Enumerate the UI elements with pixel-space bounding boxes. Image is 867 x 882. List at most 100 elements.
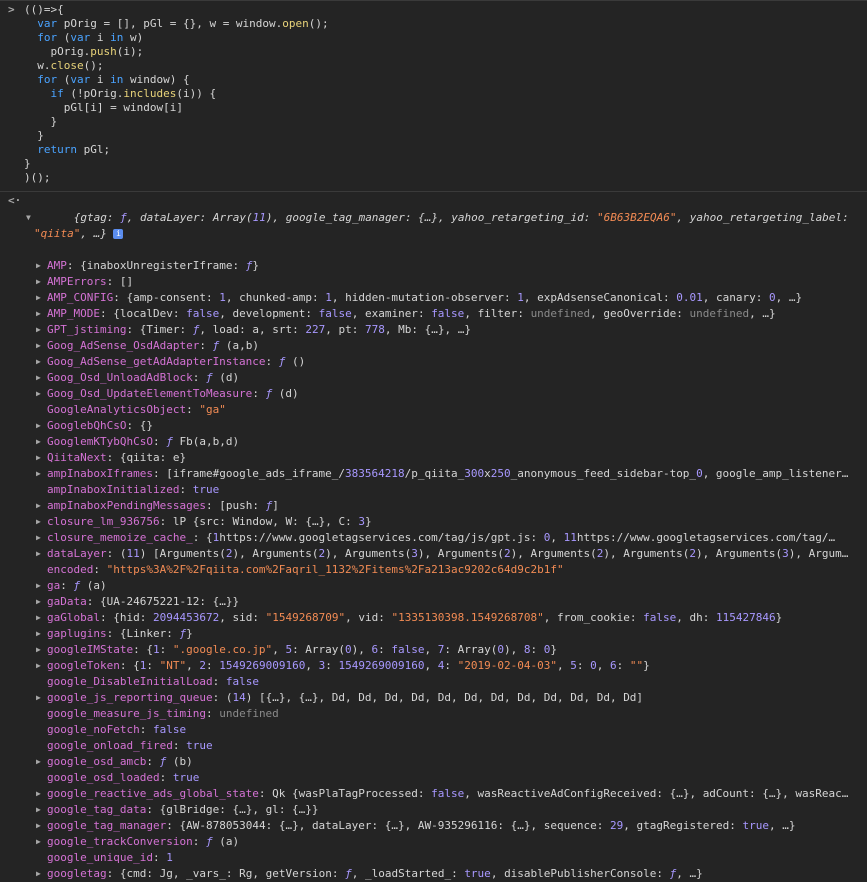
expand-right-icon[interactable]: ▶ xyxy=(36,690,42,706)
expand-right-icon[interactable]: ▶ xyxy=(36,578,42,594)
code-line: pOrig.push(i); xyxy=(24,45,144,58)
property-row[interactable]: ▶ google_tag_manager: {AW-878053044: {…},… xyxy=(0,818,867,834)
expand-right-icon[interactable]: ▶ xyxy=(36,434,42,450)
property-key: google_onload_fired xyxy=(47,739,173,752)
property-value: true xyxy=(192,483,220,496)
expand-right-icon[interactable]: ▶ xyxy=(36,866,42,882)
expand-right-icon[interactable]: ▶ xyxy=(36,626,42,642)
expand-right-icon[interactable]: ▶ xyxy=(36,290,42,306)
property-row[interactable]: ▶ Goog_AdSense_OsdAdapter: ƒ (a,b) xyxy=(0,338,867,354)
property-row[interactable]: ▶ AMPErrors: [] xyxy=(0,274,867,290)
expand-down-icon[interactable]: ▼ xyxy=(26,210,32,226)
property-key: google_js_reporting_queue xyxy=(47,691,213,704)
input-code-block[interactable]: > (()=>{ var pOrig = [], pGl = {}, w = wi… xyxy=(0,1,867,185)
property-value: {} xyxy=(139,419,153,432)
property-row[interactable]: ▶ QiitaNext: {qiita: e} xyxy=(0,450,867,466)
property-row[interactable]: ▶ google_reactive_ads_global_state: Qk {w… xyxy=(0,786,867,802)
expand-right-icon[interactable]: ▶ xyxy=(36,338,42,354)
property-value: (14) [{…}, {…}, Dd, Dd, Dd, Dd, Dd, Dd, … xyxy=(225,691,644,704)
expand-right-icon[interactable]: ▶ xyxy=(36,306,42,322)
expand-right-icon[interactable]: ▶ xyxy=(36,658,42,674)
property-row: google_onload_fired: true xyxy=(47,739,213,752)
code-line: )(); xyxy=(24,171,51,184)
info-icon[interactable]: i xyxy=(113,229,124,239)
expand-right-icon[interactable]: ▶ xyxy=(36,802,42,818)
expand-right-icon[interactable]: ▶ xyxy=(36,610,42,626)
property-value: true xyxy=(172,771,200,784)
property-row[interactable]: ▶ ampInaboxIframes: [iframe#google_ads_if… xyxy=(0,466,867,482)
property-row[interactable]: ▶ GPT_jstiming: {Timer: ƒ, load: a, srt: … xyxy=(0,322,867,338)
expand-right-icon[interactable]: ▶ xyxy=(36,514,42,530)
property-row[interactable]: ▶ GooglebQhCsO: {} xyxy=(0,418,867,434)
property-value: ƒ () xyxy=(278,355,306,368)
property-key: AMP_MODE xyxy=(47,307,100,320)
property-row[interactable]: ▶ AMP: {inaboxUnregisterIframe: ƒ} xyxy=(0,258,867,274)
expand-right-icon[interactable]: ▶ xyxy=(36,498,42,514)
property-row[interactable]: ▶ GooglemKTybQhCsO: ƒ Fb(a,b,d) xyxy=(0,434,867,450)
property-row[interactable]: ▶ closure_lm_936756: lP {src: Window, W: … xyxy=(0,514,867,530)
property-key: closure_memoize_cache_ xyxy=(47,531,193,544)
expand-right-icon[interactable]: ▶ xyxy=(36,530,42,546)
property-value: {glBridge: {…}, gl: {…}} xyxy=(159,803,319,816)
expand-right-icon[interactable]: ▶ xyxy=(36,370,42,386)
property-value: Qk {wasPlaTagProcessed: false, wasReacti… xyxy=(272,787,849,800)
property-row[interactable]: ▶ gaGlobal: {hid: 2094453672, sid: "15492… xyxy=(0,610,867,626)
property-row[interactable]: ▶ closure_memoize_cache_: {1https://www.g… xyxy=(0,530,867,546)
expand-right-icon[interactable]: ▶ xyxy=(36,754,42,770)
property-row[interactable]: ▶ google_tag_data: {glBridge: {…}, gl: {…… xyxy=(0,802,867,818)
property-row[interactable]: ▶ gaplugins: {Linker: ƒ} xyxy=(0,626,867,642)
expand-right-icon[interactable]: ▶ xyxy=(36,642,42,658)
property-row[interactable]: ▶ Goog_Osd_UnloadAdBlock: ƒ (d) xyxy=(0,370,867,386)
property-key: ampInaboxPendingMessages xyxy=(47,499,206,512)
property-value: {1: "NT", 2: 1549269009160, 3: 154926900… xyxy=(133,659,650,672)
property-row[interactable]: ▶ google_trackConversion: ƒ (a) xyxy=(0,834,867,850)
property-row[interactable]: ▶ googletag: {cmd: Jg, _vars_: Rg, getVer… xyxy=(0,866,867,882)
expand-right-icon[interactable]: ▶ xyxy=(36,786,42,802)
expand-right-icon[interactable]: ▶ xyxy=(36,466,42,482)
property-value: 1 xyxy=(166,851,173,864)
property-row[interactable]: ▶ google_js_reporting_queue: (14) [{…}, {… xyxy=(0,690,867,706)
property-key: google_tag_manager xyxy=(47,819,167,832)
property-row[interactable]: ▶ AMP_MODE: {localDev: false, development… xyxy=(0,306,867,322)
expand-right-icon[interactable]: ▶ xyxy=(36,450,42,466)
property-row[interactable]: ▶ AMP_CONFIG: {amp-consent: 1, chunked-am… xyxy=(0,290,867,306)
property-row[interactable]: ▶ googleToken: {1: "NT", 2: 1549269009160… xyxy=(0,658,867,674)
property-row: google_osd_loaded: true xyxy=(47,771,200,784)
result-block: <· ▼ {gtag: ƒ, dataLayer: Array(11), goog… xyxy=(0,191,867,882)
property-row[interactable]: ▶ dataLayer: (11) [Arguments(2), Argument… xyxy=(0,546,867,562)
property-value: false xyxy=(225,675,259,688)
result-summary[interactable]: ▼ {gtag: ƒ, dataLayer: Array(11), google_… xyxy=(0,194,867,258)
property-key: gaGlobal xyxy=(47,611,100,624)
expand-right-icon[interactable]: ▶ xyxy=(36,386,42,402)
property-value: ƒ (d) xyxy=(205,371,240,384)
property-row[interactable]: ▶ googleIMState: {1: ".google.co.jp", 5: … xyxy=(0,642,867,658)
property-row[interactable]: ▶ Goog_Osd_UpdateElementToMeasure: ƒ (d) xyxy=(0,386,867,402)
property-row[interactable]: ▶ gaData: {UA-24675221-12: {…}} xyxy=(0,594,867,610)
property-key: ampInaboxIframes xyxy=(47,467,153,480)
property-key: ga xyxy=(47,579,61,592)
expand-right-icon[interactable]: ▶ xyxy=(36,354,42,370)
property-value: "ga" xyxy=(199,403,226,416)
property-row[interactable]: ▶ ga: ƒ (a) xyxy=(0,578,867,594)
property-row: google_unique_id: 1 xyxy=(47,851,173,864)
property-key: ampInaboxInitialized xyxy=(47,483,180,496)
property-key: Goog_Osd_UnloadAdBlock xyxy=(47,371,193,384)
expand-right-icon[interactable]: ▶ xyxy=(36,418,42,434)
property-value: {Linker: ƒ} xyxy=(119,627,193,640)
expand-right-icon[interactable]: ▶ xyxy=(36,322,42,338)
expand-right-icon[interactable]: ▶ xyxy=(36,546,42,562)
property-key: encoded xyxy=(47,563,94,576)
code-line: for (var i in w) xyxy=(37,31,144,44)
property-row: google_noFetch: false xyxy=(47,723,187,736)
expand-right-icon[interactable]: ▶ xyxy=(36,834,42,850)
property-value: {localDev: false, development: false, ex… xyxy=(113,307,776,320)
expand-right-icon[interactable]: ▶ xyxy=(36,258,42,274)
property-row: google_DisableInitialLoad: false xyxy=(47,675,259,688)
expand-right-icon[interactable]: ▶ xyxy=(36,594,42,610)
expand-right-icon[interactable]: ▶ xyxy=(36,818,42,834)
property-row[interactable]: ▶ google_osd_amcb: ƒ (b) xyxy=(0,754,867,770)
property-row[interactable]: ▶ ampInaboxPendingMessages: [push: ƒ] xyxy=(0,498,867,514)
expand-right-icon[interactable]: ▶ xyxy=(36,274,42,290)
property-row[interactable]: ▶ Goog_AdSense_getAdAdapterInstance: ƒ () xyxy=(0,354,867,370)
property-value: lP {src: Window, W: {…}, C: 3} xyxy=(172,515,372,528)
